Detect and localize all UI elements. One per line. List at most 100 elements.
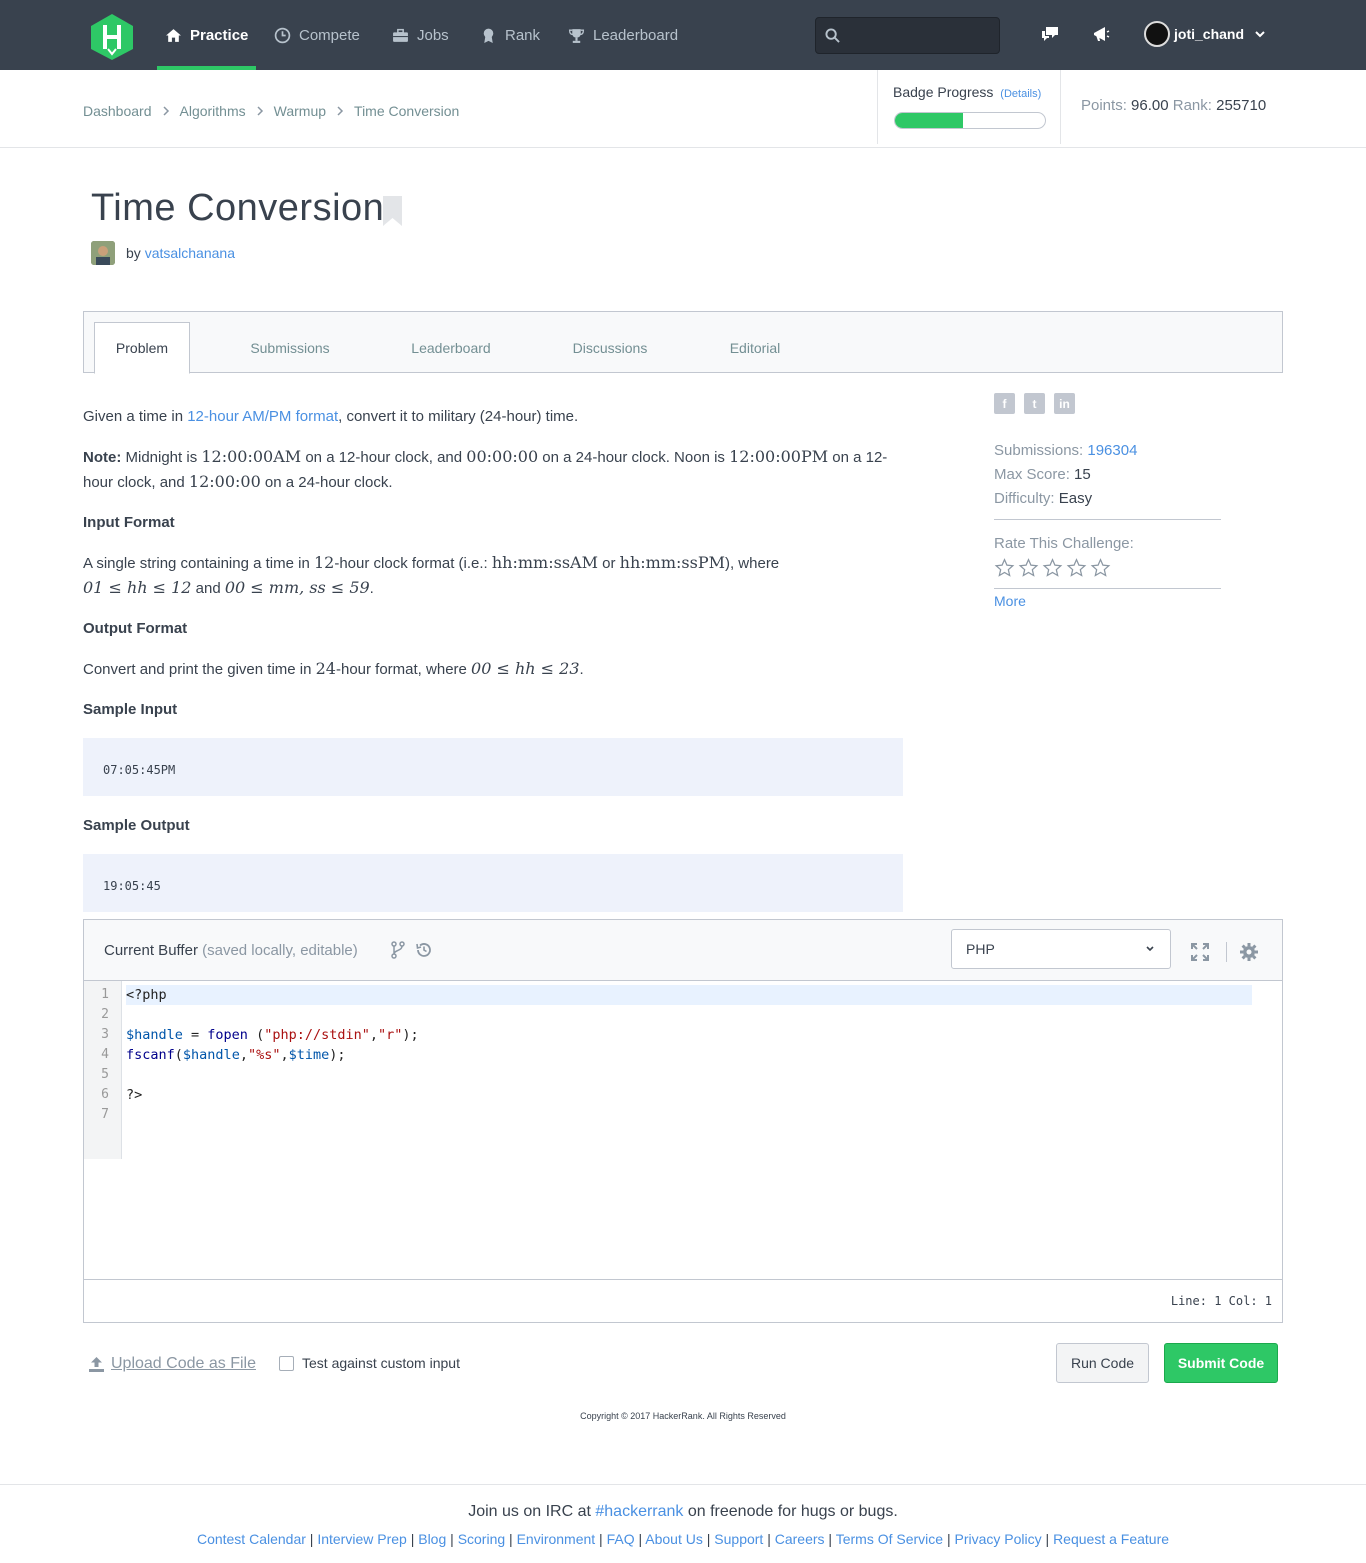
footer-link-privacy-policy[interactable]: Privacy Policy	[955, 1531, 1042, 1547]
nav-jobs[interactable]: Jobs	[392, 0, 449, 70]
facebook-icon[interactable]: f	[994, 393, 1015, 414]
star-icon[interactable]	[1018, 558, 1039, 578]
footer-link-interview-prep[interactable]: Interview Prep	[317, 1531, 406, 1547]
notifications-megaphone-icon[interactable]	[1091, 24, 1111, 44]
linkedin-icon[interactable]: in	[1054, 393, 1075, 414]
chevron-right-icon	[162, 106, 169, 116]
line-number: 2	[101, 1007, 109, 1022]
upload-code-link[interactable]: Upload Code as File	[88, 1355, 256, 1373]
trophy-icon	[568, 28, 585, 43]
footer-link-about-us[interactable]: About Us	[645, 1531, 703, 1547]
max-score-label: Max Score:	[994, 466, 1070, 483]
star-icon[interactable]	[1042, 558, 1063, 578]
hackerrank-logo[interactable]	[90, 13, 134, 61]
text: on a 24-hour clock. Noon is	[538, 449, 730, 466]
divider	[994, 519, 1221, 520]
search-input[interactable]	[850, 24, 990, 48]
more-link[interactable]: More	[994, 593, 1026, 609]
chevron-down-icon	[1146, 946, 1154, 952]
tab-discussions[interactable]: Discussions	[558, 322, 662, 374]
badge-details-link[interactable]: (Details)	[1000, 88, 1041, 100]
challenge-sidebar: f t in Submissions: 196304 Max Score: 15…	[994, 393, 1221, 609]
code-area[interactable]: <?php $handle = fopen ("php://stdin","r"…	[126, 985, 1252, 1125]
input-format-heading: Input Format	[83, 514, 175, 531]
star-icon[interactable]	[1090, 558, 1111, 578]
nav-rank[interactable]: Rank	[480, 0, 540, 70]
breadcrumb-dashboard[interactable]: Dashboard	[83, 103, 152, 119]
separator: |	[702, 1531, 715, 1547]
submissions-label: Submissions:	[994, 442, 1084, 459]
breadcrumb-current[interactable]: Time Conversion	[354, 103, 459, 119]
upload-label: Upload Code as File	[111, 1355, 256, 1372]
submit-code-button[interactable]: Submit Code	[1164, 1343, 1278, 1383]
footer-link-scoring[interactable]: Scoring	[458, 1531, 505, 1547]
separator: |	[1041, 1531, 1054, 1547]
code-line: ?>	[126, 1087, 143, 1103]
language-select[interactable]: PHP	[951, 929, 1171, 969]
footer-link-environment[interactable]: Environment	[517, 1531, 596, 1547]
nav-compete[interactable]: Compete	[274, 0, 360, 70]
format-link[interactable]: 12-hour AM/PM format	[187, 408, 338, 425]
nav-practice[interactable]: Practice	[157, 0, 257, 70]
branch-icon[interactable]	[390, 941, 406, 959]
star-icon[interactable]	[994, 558, 1015, 578]
nav-leaderboard[interactable]: Leaderboard	[568, 0, 678, 70]
avatar	[1144, 21, 1170, 47]
math: 00 ≤ hh ≤ 23	[471, 659, 580, 678]
fullscreen-icon[interactable]	[1190, 942, 1210, 962]
twitter-icon[interactable]: t	[1024, 393, 1045, 414]
code-line: <?php	[126, 985, 1252, 1005]
star-icon[interactable]	[1066, 558, 1087, 578]
home-icon	[166, 28, 181, 42]
footer-link-request-a-feature[interactable]: Request a Feature	[1053, 1531, 1169, 1547]
irc-line: Join us on IRC at #hackerrank on freenod…	[0, 1503, 1366, 1521]
custom-input-checkbox[interactable]	[279, 1355, 294, 1371]
run-code-button[interactable]: Run Code	[1056, 1343, 1149, 1383]
nav-compete-label: Compete	[299, 26, 360, 44]
max-score-stat: Max Score: 15	[994, 463, 1221, 487]
footer-link-support[interactable]: Support	[714, 1531, 763, 1547]
footer-link-faq[interactable]: FAQ	[607, 1531, 635, 1547]
max-score-value: 15	[1074, 466, 1091, 483]
submissions-link[interactable]: 196304	[1087, 442, 1137, 459]
text: ), where	[724, 555, 780, 572]
chevron-right-icon	[337, 106, 344, 116]
irc-link[interactable]: #hackerrank	[595, 1503, 683, 1520]
divider	[1226, 942, 1227, 962]
settings-gear-icon[interactable]	[1239, 942, 1259, 962]
tab-problem[interactable]: Problem	[94, 322, 190, 374]
tab-leaderboard[interactable]: Leaderboard	[394, 322, 508, 374]
sample-input-heading: Sample Input	[83, 701, 178, 718]
breadcrumb-algorithms[interactable]: Algorithms	[180, 103, 246, 119]
bookmark-icon[interactable]	[383, 196, 402, 226]
footer-link-contest-calendar[interactable]: Contest Calendar	[197, 1531, 306, 1547]
custom-input-toggle[interactable]: Test against custom input	[279, 1355, 460, 1371]
rating-stars	[994, 558, 1221, 578]
author-link[interactable]: vatsalchanana	[145, 245, 235, 261]
breadcrumb-warmup[interactable]: Warmup	[274, 103, 326, 119]
author-by: by	[126, 245, 141, 261]
tab-submissions[interactable]: Submissions	[234, 322, 346, 374]
history-icon[interactable]	[415, 941, 433, 959]
output-format-heading: Output Format	[83, 620, 188, 637]
author-avatar	[91, 241, 115, 265]
nav-jobs-label: Jobs	[417, 26, 449, 44]
rank-label: Rank:	[1172, 97, 1212, 114]
user-menu[interactable]: joti_chand	[1144, 20, 1266, 48]
input-format-text: A single string containing a time in 12-…	[83, 551, 903, 601]
footer-link-terms-of-service[interactable]: Terms Of Service	[836, 1531, 943, 1547]
sample-input-box: 07:05:45PM	[83, 738, 903, 796]
messages-icon[interactable]	[1040, 24, 1060, 44]
points-label: Points:	[1081, 97, 1127, 114]
footer-link-blog[interactable]: Blog	[418, 1531, 446, 1547]
buffer-label: Current Buffer (saved locally, editable)	[104, 942, 358, 959]
upload-icon	[89, 1356, 104, 1372]
footer-link-careers[interactable]: Careers	[775, 1531, 825, 1547]
divider	[994, 588, 1221, 589]
tab-editorial[interactable]: Editorial	[712, 322, 798, 374]
difficulty-stat: Difficulty: Easy	[994, 487, 1221, 511]
text: .	[579, 661, 584, 678]
code-line: fscanf($handle,"%s",$time);	[126, 1047, 346, 1063]
buffer-note: (saved locally, editable)	[197, 942, 358, 959]
